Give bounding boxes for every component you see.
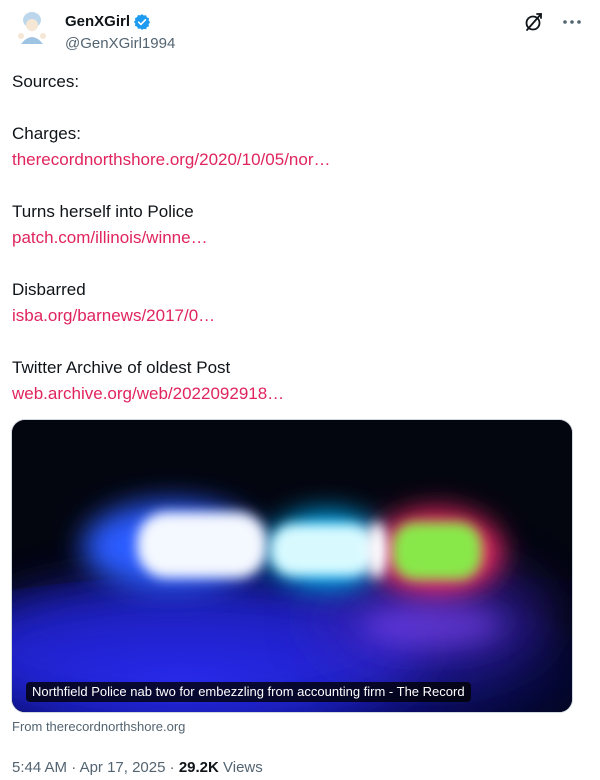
avatar[interactable]	[12, 8, 52, 48]
charges-label: Charges:	[12, 124, 81, 143]
disbarred-link[interactable]: isba.org/barnews/2017/0…	[12, 306, 215, 325]
archive-link[interactable]: web.archive.org/web/2022092918…	[12, 384, 284, 403]
link-card[interactable]: Northfield Police nab two for embezzling…	[11, 419, 573, 713]
meta-separator: ·	[169, 759, 175, 776]
tweet-page: GenXGirl @GenXGirl1994 Sources: Charges:…	[0, 0, 600, 780]
meta-separator: ·	[71, 759, 77, 776]
card-image	[12, 420, 572, 712]
police-label: Turns herself into Police	[12, 202, 194, 221]
disbarred-label: Disbarred	[12, 280, 86, 299]
sources-label: Sources:	[12, 72, 80, 91]
verified-badge-icon	[133, 13, 151, 31]
tweet-header: GenXGirl @GenXGirl1994	[12, 8, 592, 56]
views-label: Views	[223, 759, 263, 776]
views-count[interactable]: 29.2K	[179, 759, 219, 776]
archive-label: Twitter Archive of oldest Post	[12, 358, 231, 377]
card-source[interactable]: From therecordnorthshore.org	[12, 719, 185, 735]
grok-icon[interactable]	[522, 10, 546, 34]
tweet-text: Sources: Charges: therecordnorthshore.or…	[12, 69, 582, 407]
display-name[interactable]: GenXGirl	[65, 12, 130, 32]
card-caption: Northfield Police nab two for embezzling…	[26, 682, 471, 702]
name-row: GenXGirl	[65, 12, 151, 32]
tweet-meta: 5:44 AM · Apr 17, 2025 · 29.2K Views	[12, 758, 263, 778]
tweet-date[interactable]: Apr 17, 2025	[80, 759, 166, 776]
tweet-time[interactable]: 5:44 AM	[12, 759, 67, 776]
police-link[interactable]: patch.com/illinois/winne…	[12, 228, 208, 247]
handle[interactable]: @GenXGirl1994	[65, 34, 175, 54]
more-options-icon[interactable]	[560, 10, 584, 34]
charges-link[interactable]: therecordnorthshore.org/2020/10/05/nor…	[12, 150, 330, 169]
